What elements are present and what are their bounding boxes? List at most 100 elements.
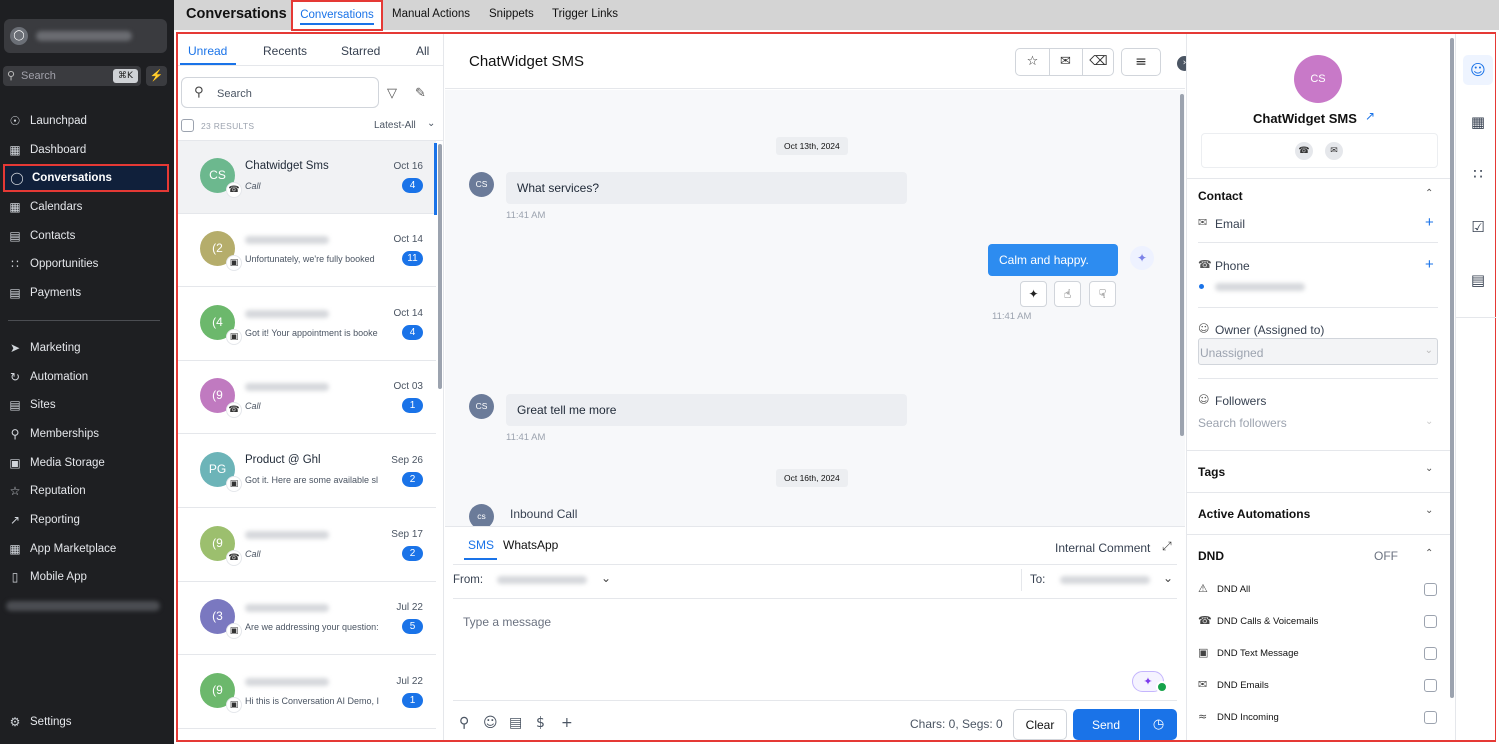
thumbs-up-icon[interactable]: ☝: [1054, 281, 1081, 307]
attachment-icon[interactable]: ⚲: [459, 715, 469, 731]
sidebar-item-conversations[interactable]: ◯ Conversations: [3, 164, 169, 192]
internal-comment-toggle[interactable]: Internal Comment: [1055, 541, 1150, 555]
conversation-row[interactable]: PG ▣ Product @ Ghl Got it. Here are some…: [178, 435, 436, 508]
dnd-all-checkbox[interactable]: [1424, 583, 1437, 596]
conversation-row[interactable]: CS ☎ Chatwidget Sms Call Oct 16 4: [178, 141, 436, 214]
nav-search-input[interactable]: ⚲ Search ⌘K: [3, 66, 141, 86]
filter-tab-unread[interactable]: Unread: [188, 44, 227, 58]
phone-icon[interactable]: ☎: [1295, 142, 1313, 160]
sidebar-item-reputation[interactable]: ☆ Reputation: [0, 478, 170, 504]
chevron-down-icon[interactable]: ⌄: [1425, 463, 1433, 474]
unread-badge: 1: [402, 693, 423, 708]
account-switcher[interactable]: ◯: [4, 19, 167, 53]
send-button[interactable]: Send: [1073, 709, 1139, 740]
dollar-icon[interactable]: $: [536, 715, 545, 731]
section-contact[interactable]: Contact: [1198, 189, 1243, 203]
filter-icon[interactable]: ▽: [387, 86, 397, 101]
tasks-icon[interactable]: ☑: [1463, 212, 1493, 242]
ai-regenerate-icon[interactable]: ✦: [1020, 281, 1047, 307]
tab-snippets[interactable]: Snippets: [489, 8, 534, 20]
conversation-row[interactable]: (9 ▣ Hi this is Conversation AI Demo, I …: [178, 656, 436, 729]
filter-tab-all[interactable]: All: [416, 44, 429, 58]
conversation-search-input[interactable]: ⚲ Search: [181, 77, 379, 108]
sidebar-item-memberships[interactable]: ⚲ Memberships: [0, 421, 170, 447]
chevron-down-icon[interactable]: ⌄: [1163, 571, 1173, 585]
section-active-automations[interactable]: Active Automations: [1198, 507, 1310, 521]
mark-read-icon[interactable]: ✉: [1049, 49, 1082, 75]
sidebar-item-marketing[interactable]: ➤ Marketing: [0, 335, 170, 361]
section-dnd[interactable]: DND: [1198, 549, 1224, 563]
section-tags[interactable]: Tags: [1198, 465, 1225, 479]
composer-tab-sms[interactable]: SMS: [468, 538, 494, 552]
chevron-down-icon[interactable]: ⌄: [1425, 505, 1433, 516]
add-email-button[interactable]: +: [1425, 214, 1434, 231]
sidebar-item-sites[interactable]: ▤ Sites: [0, 392, 170, 418]
message-input[interactable]: [453, 605, 1177, 695]
collapse-composer-icon[interactable]: ⤢: [1162, 539, 1172, 554]
clear-button[interactable]: Clear: [1013, 709, 1067, 740]
sidebar-item-app-marketplace[interactable]: ▦ App Marketplace: [0, 536, 170, 562]
external-link-icon[interactable]: ↗: [1365, 109, 1375, 123]
dnd-text-checkbox[interactable]: [1424, 647, 1437, 660]
chevron-down-icon[interactable]: ⌄: [427, 118, 435, 129]
sms-icon: ▣: [226, 697, 242, 713]
conversation-row[interactable]: (3 ▣ Are we addressing your question: Ju…: [178, 582, 436, 655]
select-all-checkbox[interactable]: [181, 119, 194, 132]
conversation-date: Oct 16: [393, 161, 423, 172]
conversation-row[interactable]: (4 ▣ Got it! Your appointment is booke O…: [178, 288, 436, 361]
filter-tab-recents[interactable]: Recents: [263, 44, 307, 58]
chevron-down-icon[interactable]: ⌄: [1425, 416, 1433, 427]
list-scrollbar[interactable]: [438, 144, 442, 389]
sidebar-item-launchpad[interactable]: ☉ Launchpad: [0, 108, 170, 134]
sort-dropdown[interactable]: Latest-All: [374, 120, 416, 131]
conversation-row[interactable]: (9 ☎ Call Oct 03 1: [178, 361, 436, 434]
to-number-redacted[interactable]: [1060, 576, 1150, 584]
ai-sparkle-icon[interactable]: ✦: [1130, 246, 1154, 270]
dnd-calls-checkbox[interactable]: [1424, 615, 1437, 628]
panel-scrollbar[interactable]: [1450, 38, 1454, 698]
sidebar-item-settings[interactable]: ⚙ Settings: [0, 709, 170, 735]
notes-icon[interactable]: ▤: [1463, 265, 1493, 295]
composer-tab-whatsapp[interactable]: WhatsApp: [503, 538, 558, 552]
sidebar-item-payments[interactable]: ▤ Payments: [0, 280, 170, 306]
from-number-redacted[interactable]: [497, 576, 587, 584]
dnd-incoming-checkbox[interactable]: [1424, 711, 1437, 724]
email-icon[interactable]: ✉: [1325, 142, 1343, 160]
sidebar-item-dashboard[interactable]: ▦ Dashboard: [0, 137, 170, 163]
schedule-clock-icon[interactable]: ◷: [1140, 709, 1177, 740]
sidebar-item-reporting[interactable]: ↗ Reporting: [0, 507, 170, 533]
compose-icon[interactable]: ✎: [415, 86, 426, 101]
owner-select[interactable]: Unassigned ⌄: [1198, 338, 1438, 365]
phone-icon: ☎: [226, 182, 242, 198]
sidebar-item-contacts[interactable]: ▤ Contacts: [0, 223, 170, 249]
followers-search-input[interactable]: Search followers: [1198, 416, 1287, 430]
filter-lines-icon[interactable]: ≡: [1121, 48, 1161, 76]
plus-icon[interactable]: +: [561, 715, 573, 731]
sidebar-item-calendars[interactable]: ▦ Calendars: [0, 194, 170, 220]
template-icon[interactable]: ▤: [509, 715, 522, 731]
tab-trigger-links[interactable]: Trigger Links: [552, 8, 618, 20]
chevron-up-icon[interactable]: ⌃: [1425, 188, 1433, 199]
star-icon[interactable]: ☆: [1016, 49, 1049, 75]
add-phone-button[interactable]: +: [1425, 256, 1434, 273]
trash-icon[interactable]: ⌫: [1082, 49, 1115, 75]
bolt-icon[interactable]: ⚡: [146, 66, 167, 86]
calendar-icon[interactable]: ▦: [1463, 107, 1493, 137]
emoji-icon[interactable]: ☺: [483, 715, 498, 731]
chevron-up-icon[interactable]: ⌃: [1425, 548, 1433, 559]
thumbs-down-icon[interactable]: ☟: [1089, 281, 1116, 307]
tab-conversations[interactable]: Conversations: [291, 0, 383, 31]
tab-manual-actions[interactable]: Manual Actions: [392, 8, 470, 20]
opportunities-icon[interactable]: ∷: [1463, 159, 1493, 189]
filter-tab-starred[interactable]: Starred: [341, 44, 380, 58]
dnd-emails-checkbox[interactable]: [1424, 679, 1437, 692]
chevron-down-icon[interactable]: ⌄: [601, 571, 611, 585]
sidebar-item-opportunities[interactable]: ∷ Opportunities: [0, 251, 170, 277]
sidebar-item-automation[interactable]: ↻ Automation: [0, 364, 170, 390]
contact-profile-icon[interactable]: ☺: [1463, 55, 1493, 85]
conversation-row[interactable]: (9 ☎ Call Sep 17 2: [178, 509, 436, 582]
thread-scrollbar[interactable]: [1180, 94, 1184, 436]
sidebar-item-media-storage[interactable]: ▣ Media Storage: [0, 450, 170, 476]
conversation-row[interactable]: (2 ▣ Unfortunately, we're fully booked O…: [178, 214, 436, 287]
sidebar-item-mobile-app[interactable]: ▯ Mobile App: [0, 564, 170, 590]
